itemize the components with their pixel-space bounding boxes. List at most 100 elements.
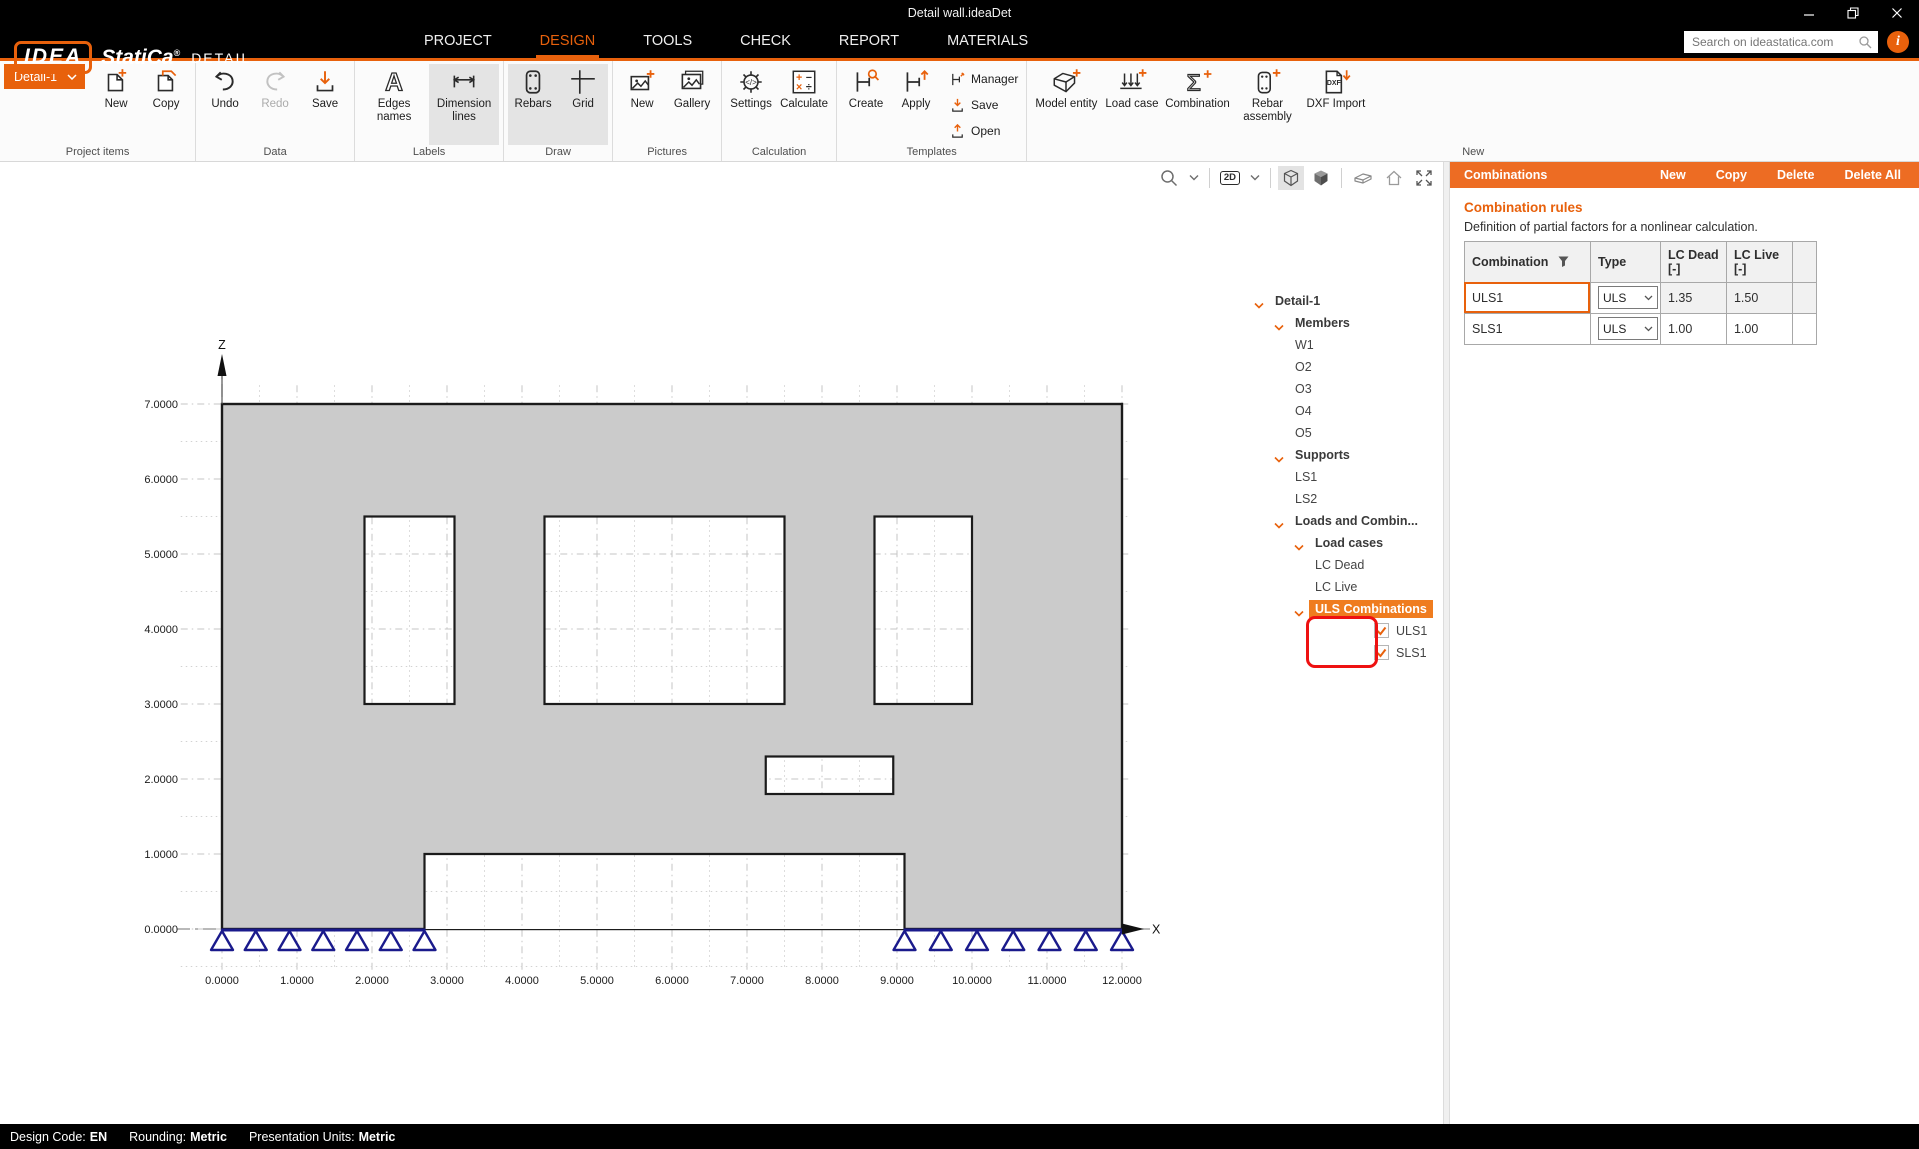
zoom-dropdown[interactable] <box>1186 166 1202 190</box>
gallery-button[interactable]: Gallery <box>667 64 717 145</box>
template-open-button[interactable]: Open <box>945 118 1022 144</box>
undo-button[interactable]: Undo <box>200 64 250 145</box>
tab-materials[interactable]: MATERIALS <box>943 26 1032 58</box>
ribbon: Detail-1 New Copy <box>0 61 1919 162</box>
tree-item-label: LS2 <box>1295 492 1317 506</box>
dxf-import-button[interactable]: DXF DXF Import <box>1302 64 1369 145</box>
info-icon[interactable]: i <box>1887 31 1909 53</box>
column-header-type[interactable]: Type <box>1590 241 1660 282</box>
rebar-assembly-button[interactable]: Rebar assembly <box>1232 64 1302 145</box>
stirrup-plus-icon <box>1251 67 1283 97</box>
chevron-down-icon[interactable] <box>1274 518 1284 532</box>
new-project-item-button[interactable]: New <box>91 64 141 145</box>
tab-report[interactable]: REPORT <box>835 26 903 58</box>
delete-all-combinations-button[interactable]: Delete All <box>1844 168 1901 182</box>
lc-dead-cell[interactable]: 1.00 <box>1660 313 1726 344</box>
rebars-button[interactable]: Rebars <box>508 64 558 145</box>
type-cell[interactable]: ULS <box>1590 282 1660 313</box>
chevron-down-icon <box>1189 174 1199 181</box>
template-create-button[interactable]: Create <box>841 64 891 145</box>
delete-combination-button[interactable]: Delete <box>1777 168 1815 182</box>
checkbox[interactable] <box>1374 645 1389 660</box>
tab-project[interactable]: PROJECT <box>420 26 496 58</box>
new-combination-button[interactable]: New <box>1660 168 1686 182</box>
template-pencil-icon <box>949 71 966 88</box>
table-row: ULS1 ULS1.351.50 <box>1464 282 1816 313</box>
fit-view-tool[interactable] <box>1411 166 1437 190</box>
tree-item-label: O3 <box>1295 382 1312 396</box>
template-manager-button[interactable]: Manager <box>945 66 1022 92</box>
tab-design[interactable]: DESIGN <box>536 26 600 58</box>
clip-view-tool[interactable] <box>1349 166 1377 190</box>
type-select[interactable]: ULS <box>1598 286 1658 309</box>
column-header-lc-dead[interactable]: LC Dead[-] <box>1660 241 1726 282</box>
combination-rules-table: Combination Type LC Dead[-] LC Live[-] U… <box>1464 241 1817 345</box>
chevron-down-icon[interactable] <box>1294 540 1304 554</box>
lc-dead-cell[interactable]: 1.35 <box>1660 282 1726 313</box>
column-header-empty <box>1792 241 1816 282</box>
restore-button[interactable] <box>1831 0 1875 26</box>
lc-live-cell[interactable]: 1.50 <box>1726 282 1792 313</box>
group-label-new: New <box>1031 145 1915 161</box>
tree-item-label: ULS1 <box>1396 624 1427 638</box>
template-save-button[interactable]: Save <box>945 92 1022 118</box>
lc-live-cell[interactable]: 1.00 <box>1726 313 1792 344</box>
empty-cell <box>1792 282 1816 313</box>
new-picture-button[interactable]: New <box>617 64 667 145</box>
save-button[interactable]: Save <box>300 64 350 145</box>
combination-button[interactable]: Σ Combination <box>1162 64 1232 145</box>
solid-view-tool[interactable] <box>1308 166 1334 190</box>
support-triangle <box>1075 931 1097 950</box>
copy-project-item-button[interactable]: Copy <box>141 64 191 145</box>
zoom-tool[interactable] <box>1156 166 1182 190</box>
chevron-down-icon[interactable] <box>1294 606 1304 620</box>
x-tick-label: 12.0000 <box>1102 975 1142 987</box>
tab-check[interactable]: CHECK <box>736 26 795 58</box>
idea-logo: IDEA <box>14 41 92 74</box>
chevron-down-icon[interactable] <box>1274 320 1284 334</box>
copy-combination-button[interactable]: Copy <box>1716 168 1747 182</box>
chevron-down-icon[interactable] <box>1274 452 1284 466</box>
tree-item-label: Load cases <box>1315 536 1383 550</box>
model-entity-button[interactable]: Model entity <box>1031 64 1101 145</box>
wireframe-view-tool[interactable] <box>1278 166 1304 190</box>
app-window: Detail wall.ideaDet IDEA StatiCa® DETAIL… <box>0 0 1919 1149</box>
search-input[interactable] <box>1690 34 1858 50</box>
tab-tools[interactable]: TOOLS <box>639 26 696 58</box>
support-triangle <box>380 931 402 950</box>
type-select[interactable]: ULS <box>1598 317 1658 340</box>
x-tick-label: 7.0000 <box>730 975 764 987</box>
edges-names-button[interactable]: A Edges names <box>359 64 429 145</box>
dimension-lines-button[interactable]: Dimension lines <box>429 64 499 145</box>
combination-name-cell[interactable]: SLS1 <box>1464 313 1590 344</box>
x-tick-label: 1.0000 <box>280 975 314 987</box>
column-header-combination[interactable]: Combination <box>1464 241 1590 282</box>
z-tick-label: 4.0000 <box>144 624 178 636</box>
grid-button[interactable]: Grid <box>558 64 608 145</box>
column-header-lc-live[interactable]: LC Live[-] <box>1726 241 1792 282</box>
drawing-canvas[interactable]: ZX0.00001.00002.00003.00004.00005.00006.… <box>0 162 1443 1124</box>
svg-text:A: A <box>385 70 403 97</box>
view-dropdown[interactable] <box>1247 166 1263 190</box>
settings-button[interactable]: </> Settings <box>726 64 776 145</box>
type-cell[interactable]: ULS <box>1590 313 1660 344</box>
close-button[interactable] <box>1875 0 1919 26</box>
chevron-down-icon[interactable] <box>1254 298 1264 312</box>
calculate-button[interactable]: + − × ÷ Calculate <box>776 64 832 145</box>
z-axis-label: Z <box>218 338 226 352</box>
group-label-labels: Labels <box>359 145 499 161</box>
redo-button[interactable]: Redo <box>250 64 300 145</box>
minimize-button[interactable] <box>1787 0 1831 26</box>
svg-text:×: × <box>796 82 802 94</box>
template-apply-button[interactable]: Apply <box>891 64 941 145</box>
group-label-project-items: Project items <box>4 145 191 161</box>
view-2d-tool[interactable]: 2D <box>1217 166 1243 190</box>
x-tick-label: 8.0000 <box>805 975 839 987</box>
tray-down-icon <box>949 97 966 114</box>
load-case-button[interactable]: Load case <box>1101 64 1162 145</box>
combination-name-cell[interactable]: ULS1 <box>1464 282 1590 313</box>
search-box[interactable] <box>1684 31 1878 53</box>
checkbox[interactable] <box>1374 623 1389 638</box>
redo-icon <box>260 67 290 97</box>
home-view-tool[interactable] <box>1381 166 1407 190</box>
